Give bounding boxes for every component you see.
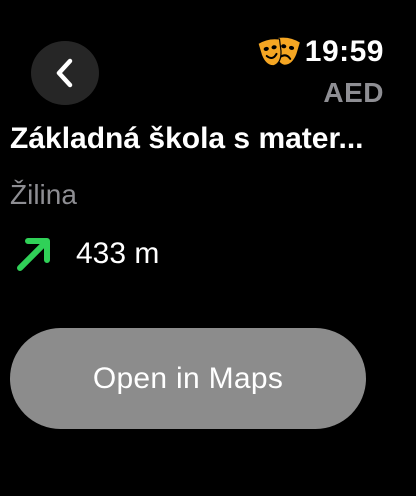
direction-row: 433 m — [12, 232, 159, 276]
chevron-left-icon — [56, 58, 73, 88]
place-title: Základná škola s mater... — [10, 122, 364, 155]
app-label: AED — [323, 77, 384, 108]
theater-masks-icon — [257, 37, 300, 67]
clock-time: 19:59 — [304, 35, 384, 68]
status-bar: 19:59 — [257, 34, 384, 70]
open-in-maps-button[interactable]: Open in Maps — [10, 328, 366, 429]
back-button[interactable] — [31, 41, 99, 105]
place-city: Žilina — [10, 179, 77, 210]
distance-value: 433 m — [76, 237, 160, 270]
arrow-up-right-icon — [17, 238, 50, 271]
open-in-maps-label: Open in Maps — [92, 361, 284, 395]
